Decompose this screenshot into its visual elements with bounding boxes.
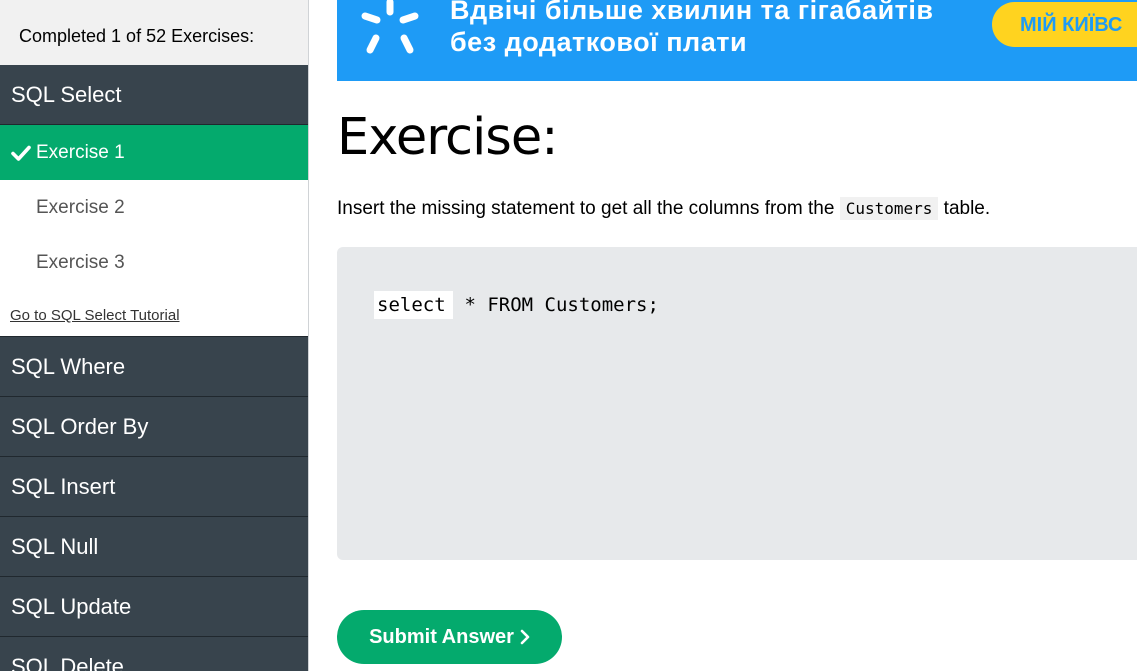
page-title: Exercise: bbox=[337, 108, 558, 167]
progress-text: Completed 1 of 52 Exercises: bbox=[0, 0, 308, 65]
chevron-right-icon bbox=[520, 629, 530, 645]
instruction-text-after: table. bbox=[938, 198, 991, 219]
exercise-3-item[interactable]: Exercise 3 bbox=[0, 235, 308, 290]
exercise-3-label: Exercise 3 bbox=[36, 251, 125, 273]
exercise-instruction: Insert the missing statement to get all … bbox=[337, 197, 991, 220]
exercise-sidebar: Completed 1 of 52 Exercises: SQL Select … bbox=[0, 0, 309, 671]
exercise-2-label: Exercise 2 bbox=[36, 196, 125, 218]
answer-input[interactable] bbox=[374, 291, 453, 319]
exercise-1-label: Exercise 1 bbox=[36, 141, 125, 163]
section-sql-update[interactable]: SQL Update bbox=[0, 577, 308, 637]
tutorial-link[interactable]: Go to SQL Select Tutorial bbox=[0, 290, 308, 337]
code-line: * FROM Customers; bbox=[374, 291, 659, 319]
banner-cta-button[interactable]: МІЙ КИЇВС bbox=[992, 2, 1137, 47]
app-root: Completed 1 of 52 Exercises: SQL Select … bbox=[0, 0, 1137, 671]
ad-banner[interactable]: Вдвічі більше хвилин та гігабайтів без д… bbox=[337, 0, 1137, 81]
section-sql-insert[interactable]: SQL Insert bbox=[0, 457, 308, 517]
banner-line-1: Вдвічі більше хвилин та гігабайтів bbox=[450, 0, 934, 25]
code-rest: * FROM Customers; bbox=[453, 294, 659, 316]
instruction-code: Customers bbox=[839, 197, 939, 220]
banner-line-2: без додаткової плати bbox=[450, 27, 748, 57]
section-sql-order-by[interactable]: SQL Order By bbox=[0, 397, 308, 457]
check-icon bbox=[11, 145, 31, 161]
section-sql-where[interactable]: SQL Where bbox=[0, 337, 308, 397]
submit-answer-button[interactable]: Submit Answer bbox=[337, 610, 562, 664]
section-sql-delete[interactable]: SQL Delete bbox=[0, 637, 308, 671]
banner-headline: Вдвічі більше хвилин та гігабайтів без д… bbox=[450, 0, 934, 58]
section-sql-null[interactable]: SQL Null bbox=[0, 517, 308, 577]
exercise-1-item[interactable]: Exercise 1 bbox=[0, 125, 308, 180]
submit-label: Submit Answer bbox=[369, 625, 514, 648]
starburst-logo bbox=[361, 0, 419, 54]
exercise-2-item[interactable]: Exercise 2 bbox=[0, 180, 308, 235]
code-editor: * FROM Customers; bbox=[337, 247, 1137, 560]
instruction-text-before: Insert the missing statement to get all … bbox=[337, 198, 840, 219]
section-sql-select[interactable]: SQL Select bbox=[0, 65, 308, 125]
